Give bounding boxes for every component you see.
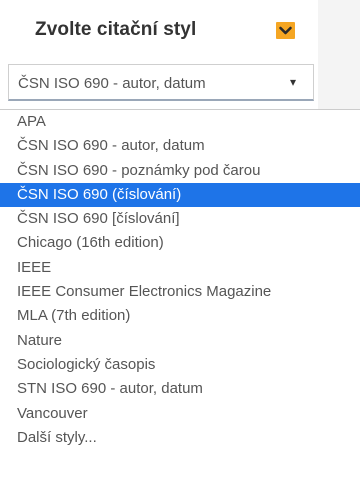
caret-down-icon: ▾ <box>290 75 297 89</box>
option-csn-iso-690-cislovani-round[interactable]: ČSN ISO 690 (číslování) <box>0 182 360 208</box>
background-panel <box>318 0 360 112</box>
chevron-down-icon <box>279 26 292 35</box>
option-stn-iso-690[interactable]: STN ISO 690 - autor, datum <box>0 377 360 401</box>
option-chicago[interactable]: Chicago (16th edition) <box>0 231 360 255</box>
option-apa[interactable]: APA <box>0 110 360 134</box>
option-ieee-consumer-electronics[interactable]: IEEE Consumer Electronics Magazine <box>0 280 360 304</box>
option-more-styles[interactable]: Další styly... <box>0 426 360 450</box>
option-nature[interactable]: Nature <box>0 329 360 353</box>
citation-style-select[interactable]: ČSN ISO 690 - autor, datum ▾ <box>8 64 314 101</box>
option-vancouver[interactable]: Vancouver <box>0 402 360 426</box>
option-ieee[interactable]: IEEE <box>0 256 360 280</box>
option-sociologicky-casopis[interactable]: Sociologický časopis <box>0 353 360 377</box>
citation-style-header: Zvolte citační styl <box>0 0 318 62</box>
option-csn-iso-690-poznamky[interactable]: ČSN ISO 690 - poznámky pod čarou <box>0 159 360 183</box>
option-csn-iso-690-autor-datum[interactable]: ČSN ISO 690 - autor, datum <box>0 134 360 158</box>
option-mla[interactable]: MLA (7th edition) <box>0 304 360 328</box>
collapse-toggle-button[interactable] <box>276 22 295 39</box>
citation-style-options-list: APA ČSN ISO 690 - autor, datum ČSN ISO 6… <box>0 109 360 497</box>
option-csn-iso-690-cislovani-square[interactable]: ČSN ISO 690 [číslování] <box>0 207 360 231</box>
panel-title: Zvolte citační styl <box>35 19 197 40</box>
select-current-value: ČSN ISO 690 - autor, datum <box>18 75 206 92</box>
